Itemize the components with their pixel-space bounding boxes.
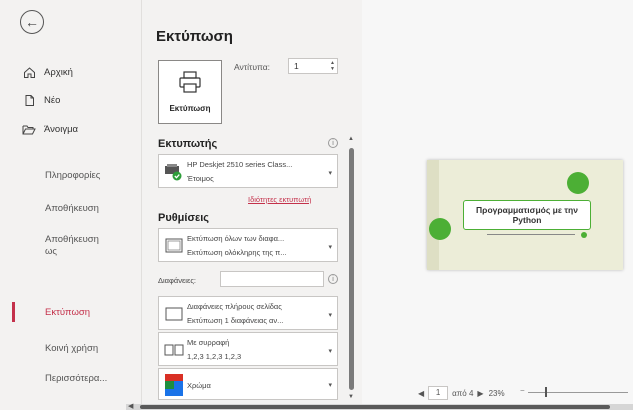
setting-line1: Εκτύπωση όλων των διαφα... [187,234,285,243]
info-icon[interactable]: i [328,138,338,148]
setting-line2: 1,2,3 1,2,3 1,2,3 [187,352,242,361]
copies-label: Αντίτυπα: [234,62,271,72]
slide-preview: Προγραμματισμός με την Python [427,160,623,270]
next-page-icon[interactable]: ▶ [477,389,483,398]
sidebar-item-label: Πληροφορίες [45,169,101,181]
setting-line1: Με συρραφή [187,338,230,347]
sidebar-item-label: Αρχική [44,66,73,78]
print-panel: Εκτύπωση Εκτύπωση Αντίτυπα: 1 ▲ ▼ Εκτυπωτ… [142,0,362,410]
color-icon [165,374,183,398]
sidebar-item-open[interactable]: Άνοιγμα [0,117,142,141]
sidebar-item-label: Νέο [44,94,61,106]
page-number-input[interactable]: 1 [428,386,449,400]
setting-line1: Διαφάνειες πλήρους σελίδας [187,302,282,311]
color-dropdown[interactable]: Χρώμα ▾ [158,368,338,400]
spin-arrows-icon[interactable]: ▲ ▼ [330,60,335,72]
slide-title: Προγραμματισμός με την Python [463,200,591,230]
setting-line2: Εκτύπωση ολόκληρης της π... [187,248,287,257]
setting-line2: Εκτύπωση 1 διαφάνειας αν... [187,316,284,325]
chevron-down-icon: ▾ [328,348,332,355]
slides-input[interactable] [220,271,324,287]
zoom-level[interactable]: 23% [489,389,505,398]
chevron-down-icon: ▾ [328,244,332,251]
full-page-slide-icon [165,307,183,323]
slides-label: Διαφάνειες: [158,276,197,285]
setting-line1: Χρώμα [187,381,211,390]
previous-page-icon[interactable]: ◀ [418,389,424,398]
sidebar-item-info[interactable]: Πληροφορίες [0,163,142,187]
folder-open-icon [22,122,36,136]
horizontal-scroll-thumb[interactable] [140,405,610,409]
chevron-down-icon: ▾ [328,382,332,389]
zoom-slider-thumb[interactable] [545,387,547,397]
chevron-down-icon: ▾ [328,312,332,319]
slide-decoration [581,232,587,238]
back-arrow-icon[interactable]: ← [20,10,44,34]
sidebar-item-save-as[interactable]: Αποθήκευση ως [0,228,100,264]
sidebar-item-save[interactable]: Αποθήκευση [0,196,142,220]
sidebar-item-label: Άνοιγμα [44,123,79,135]
info-icon[interactable]: i [328,274,338,284]
sidebar-item-new[interactable]: Νέο [0,88,142,112]
panel-scrollbar[interactable]: ▲ ▼ [347,136,355,404]
printer-status-icon [164,163,182,183]
printer-properties-link[interactable]: Ιδιότητες εκτυπωτή [248,195,311,204]
settings-heading: Ρυθμίσεις [158,212,209,224]
scroll-left-icon[interactable]: ◀ [128,402,133,410]
print-button-label: Εκτύπωση [169,104,211,113]
copies-input[interactable]: 1 ▲ ▼ [288,58,338,74]
printer-dropdown[interactable]: HP Deskjet 2510 series Class... Έτοιμος … [158,154,338,188]
home-icon [22,65,36,79]
slide-decoration [427,160,439,270]
collation-dropdown[interactable]: Με συρραφή 1,2,3 1,2,3 1,2,3 ▾ [158,332,338,366]
backstage-sidebar: ← Αρχική Νέο Άνοιγμα Πληροφορίες Αποθήκε… [0,0,142,410]
sidebar-item-print[interactable]: Εκτύπωση [0,300,142,324]
scroll-down-icon[interactable]: ▼ [348,394,354,400]
backstage-window: ← Αρχική Νέο Άνοιγμα Πληροφορίες Αποθήκε… [0,0,633,410]
scroll-up-icon[interactable]: ▲ [348,136,354,142]
page-total: από 4 [452,388,474,398]
new-document-icon [22,93,36,107]
sidebar-item-label: Κοινή χρήση [45,342,99,354]
slide-decoration [567,172,589,194]
sidebar-item-label: Αποθήκευση ως [45,234,99,257]
printer-heading: Εκτυπωτής [158,138,218,150]
layout-dropdown[interactable]: Διαφάνειες πλήρους σελίδας Εκτύπωση 1 δι… [158,296,338,330]
slide-decoration [487,234,575,235]
slides-range-icon [165,238,183,255]
sidebar-item-home[interactable]: Αρχική [0,60,142,84]
print-button[interactable]: Εκτύπωση [158,60,222,124]
sidebar-item-label: Εκτύπωση [45,306,91,318]
page-title: Εκτύπωση [156,28,233,45]
zoom-slider[interactable] [528,392,628,393]
printer-icon [178,71,202,98]
copies-value: 1 [294,61,299,71]
sidebar-item-more[interactable]: Περισσότερα... [0,366,142,390]
printer-status: Έτοιμος [187,174,214,183]
printer-name: HP Deskjet 2510 series Class... [187,160,293,169]
page-navigator: ◀ 1 από 4 ▶ 23% [418,386,505,400]
slide-decoration [429,218,451,240]
sidebar-item-label: Αποθήκευση [45,202,99,214]
collated-icon [164,344,184,358]
sidebar-item-label: Περισσότερα... [45,372,108,384]
print-range-dropdown[interactable]: Εκτύπωση όλων των διαφα... Εκτύπωση ολόκ… [158,228,338,262]
scroll-thumb[interactable] [349,148,354,390]
sidebar-item-share[interactable]: Κοινή χρήση [0,336,142,360]
chevron-down-icon: ▾ [328,170,332,177]
zoom-out-icon[interactable]: − [520,386,525,395]
